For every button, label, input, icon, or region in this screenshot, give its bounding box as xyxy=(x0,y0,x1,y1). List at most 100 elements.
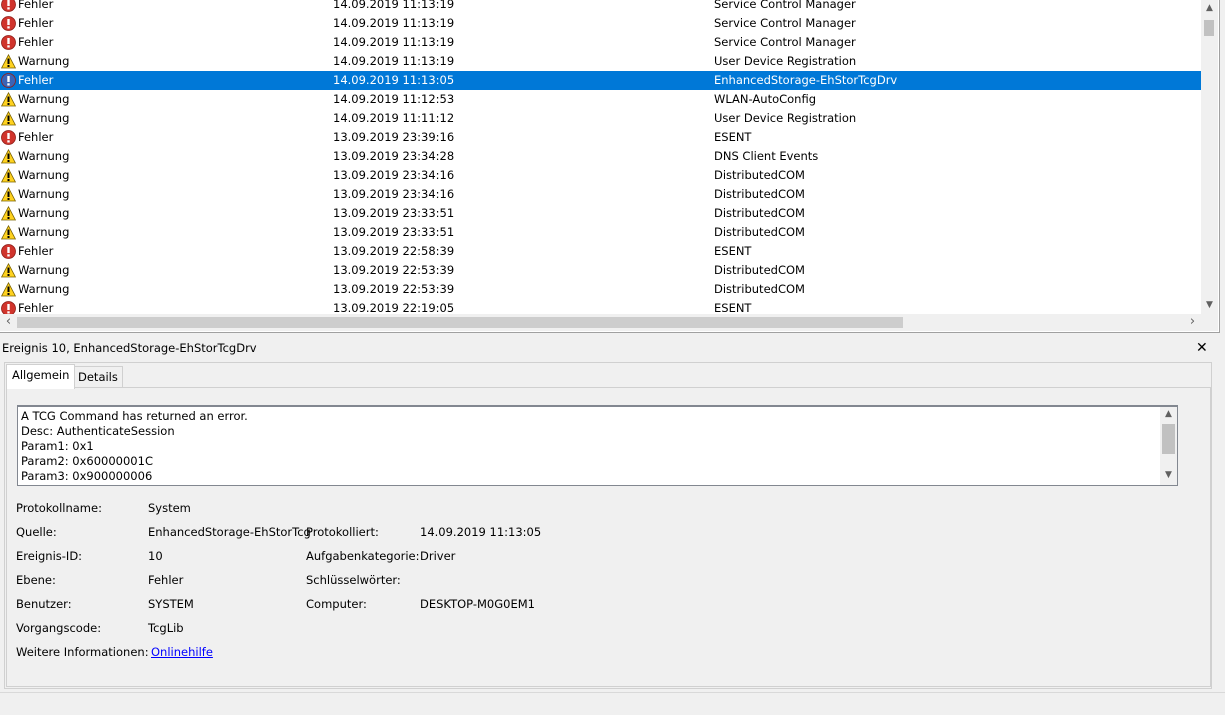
event-row[interactable]: Fehler 14.09.2019 11:13:19 Service Control… xyxy=(0,0,1201,14)
tab-details[interactable]: Details xyxy=(73,366,123,388)
vertical-scrollbar[interactable]: ▲ ▼ xyxy=(1201,0,1218,314)
close-icon[interactable]: ✕ xyxy=(1196,338,1208,358)
error-icon xyxy=(1,244,16,259)
event-level: Warnung xyxy=(18,263,70,277)
scroll-thumb-horizontal[interactable] xyxy=(17,317,903,328)
event-level: Warnung xyxy=(18,92,70,106)
event-message-box[interactable]: A TCG Command has returned an error. Des… xyxy=(17,405,1178,486)
level-value: Fehler xyxy=(148,573,184,587)
status-bar xyxy=(0,692,1225,715)
event-datetime: 13.09.2019 23:33:51 xyxy=(333,225,455,239)
event-row[interactable]: Warnung 13.09.2019 23:33:51 DistributedCOM xyxy=(0,204,1201,223)
event-datetime: 13.09.2019 22:53:39 xyxy=(333,263,455,277)
warning-icon xyxy=(0,110,17,126)
event-datetime: 14.09.2019 11:13:05 xyxy=(333,73,455,87)
horizontal-scrollbar[interactable]: ‹ › xyxy=(0,314,1201,331)
logged-label: Protokolliert: xyxy=(306,525,379,539)
event-level: Warnung xyxy=(18,111,70,125)
event-row[interactable]: Warnung 14.09.2019 11:13:19 User Device Re… xyxy=(0,52,1201,71)
computer-label: Computer: xyxy=(306,597,367,611)
event-source: Service Control Manager xyxy=(714,0,856,11)
event-datetime: 14.09.2019 11:13:19 xyxy=(333,0,455,11)
detail-title: Ereignis 10, EnhancedStorage-EhStorTcgDr… xyxy=(2,341,257,355)
event-row[interactable]: Warnung 13.09.2019 23:34:16 DistributedCOM xyxy=(0,185,1201,204)
event-list[interactable]: Fehler 14.09.2019 11:13:19 Service Control… xyxy=(0,0,1220,333)
event-row[interactable]: Fehler 14.09.2019 11:13:19 Service Control… xyxy=(0,33,1201,52)
scroll-up-icon[interactable]: ▲ xyxy=(1160,407,1177,422)
event-row[interactable]: Warnung 13.09.2019 22:53:39 DistributedCOM xyxy=(0,280,1201,299)
warning-icon xyxy=(0,224,17,240)
opcode-label: Vorgangscode: xyxy=(16,621,102,635)
warning-icon xyxy=(0,205,17,221)
event-source: DistributedCOM xyxy=(714,168,805,182)
event-source: Service Control Manager xyxy=(714,16,856,30)
detail-header: Ereignis 10, EnhancedStorage-EhStorTcgDr… xyxy=(0,338,1219,358)
scroll-up-icon[interactable]: ▲ xyxy=(1201,0,1218,17)
level-label: Ebene: xyxy=(16,573,56,587)
online-help-link[interactable]: Onlinehilfe xyxy=(151,644,213,660)
error-icon xyxy=(1,16,16,31)
tab-general[interactable]: Allgemein xyxy=(6,364,76,389)
pane-splitter[interactable] xyxy=(0,333,1225,336)
event-source: DistributedCOM xyxy=(714,187,805,201)
event-source: Service Control Manager xyxy=(714,35,856,49)
source-label: Quelle: xyxy=(16,525,57,539)
source-value: EnhancedStorage-EhStorTcg xyxy=(148,525,311,539)
scroll-thumb[interactable] xyxy=(1204,20,1214,36)
scroll-down-icon[interactable]: ▼ xyxy=(1201,297,1218,314)
user-label: Benutzer: xyxy=(16,597,72,611)
event-row[interactable]: Warnung 13.09.2019 23:34:16 DistributedCOM xyxy=(0,166,1201,185)
event-source: DNS Client Events xyxy=(714,149,819,163)
user-value: SYSTEM xyxy=(148,597,194,611)
message-line: Param1: 0x1 xyxy=(21,439,94,453)
event-row[interactable]: Fehler 14.09.2019 11:13:05 EnhancedStorage… xyxy=(0,71,1201,90)
event-source: DistributedCOM xyxy=(714,282,805,296)
computer-value: DESKTOP-M0G0EM1 xyxy=(420,597,535,611)
task-category-value: Driver xyxy=(420,549,456,563)
warning-icon xyxy=(0,91,17,107)
event-row[interactable]: Fehler 14.09.2019 11:13:19 Service Control… xyxy=(0,14,1201,33)
opcode-value: TcgLib xyxy=(148,621,184,635)
event-row[interactable]: Warnung 13.09.2019 23:33:51 DistributedCOM xyxy=(0,223,1201,242)
error-icon xyxy=(1,73,16,88)
event-row[interactable]: Warnung 13.09.2019 22:53:39 DistributedCOM xyxy=(0,261,1201,280)
event-source: User Device Registration xyxy=(714,54,857,68)
event-row[interactable]: Fehler 13.09.2019 22:58:39 ESENT xyxy=(0,242,1201,261)
event-datetime: 13.09.2019 23:34:16 xyxy=(333,168,455,182)
event-row[interactable]: Warnung 14.09.2019 11:11:12 User Device Re… xyxy=(0,109,1201,128)
event-row[interactable]: Fehler 13.09.2019 23:39:16 ESENT xyxy=(0,128,1201,147)
event-level: Warnung xyxy=(18,168,70,182)
scrollbar-corner xyxy=(1201,314,1218,331)
scroll-thumb[interactable] xyxy=(1162,424,1175,454)
scroll-right-icon[interactable]: › xyxy=(1184,314,1201,331)
event-row[interactable]: Warnung 13.09.2019 23:34:28 DNS Client Eve… xyxy=(0,147,1201,166)
event-level: Fehler xyxy=(18,130,54,144)
task-category-label: Aufgabenkategorie: xyxy=(306,549,420,563)
event-datetime: 13.09.2019 23:39:16 xyxy=(333,130,455,144)
event-datetime: 13.09.2019 22:58:39 xyxy=(333,244,455,258)
event-level: Fehler xyxy=(18,35,54,49)
event-datetime: 13.09.2019 23:33:51 xyxy=(333,206,455,220)
event-level: Fehler xyxy=(18,16,54,30)
message-line: Param2: 0x60000001C xyxy=(21,454,153,468)
message-scrollbar[interactable]: ▲ ▼ xyxy=(1160,407,1177,485)
event-source: DistributedCOM xyxy=(714,263,805,277)
event-level: Fehler xyxy=(18,0,54,11)
event-datetime: 14.09.2019 11:13:19 xyxy=(333,16,455,30)
log-name-value: System xyxy=(148,501,191,515)
event-datetime: 14.09.2019 11:12:53 xyxy=(333,92,455,106)
event-source: DistributedCOM xyxy=(714,225,805,239)
message-line: Param3: 0x900000006 xyxy=(21,469,153,483)
error-icon xyxy=(1,130,16,145)
event-level: Fehler xyxy=(18,73,54,87)
event-source: WLAN-AutoConfig xyxy=(714,92,817,106)
keywords-label: Schlüsselwörter: xyxy=(306,573,401,587)
warning-icon xyxy=(0,53,17,69)
scroll-down-icon[interactable]: ▼ xyxy=(1160,468,1177,483)
scroll-left-icon[interactable]: ‹ xyxy=(0,314,17,331)
event-level: Warnung xyxy=(18,282,70,296)
event-source: ESENT xyxy=(714,130,752,144)
error-icon xyxy=(1,35,16,50)
event-row[interactable]: Warnung 14.09.2019 11:12:53 WLAN-AutoConfi… xyxy=(0,90,1201,109)
event-datetime: 14.09.2019 11:11:12 xyxy=(333,111,455,125)
